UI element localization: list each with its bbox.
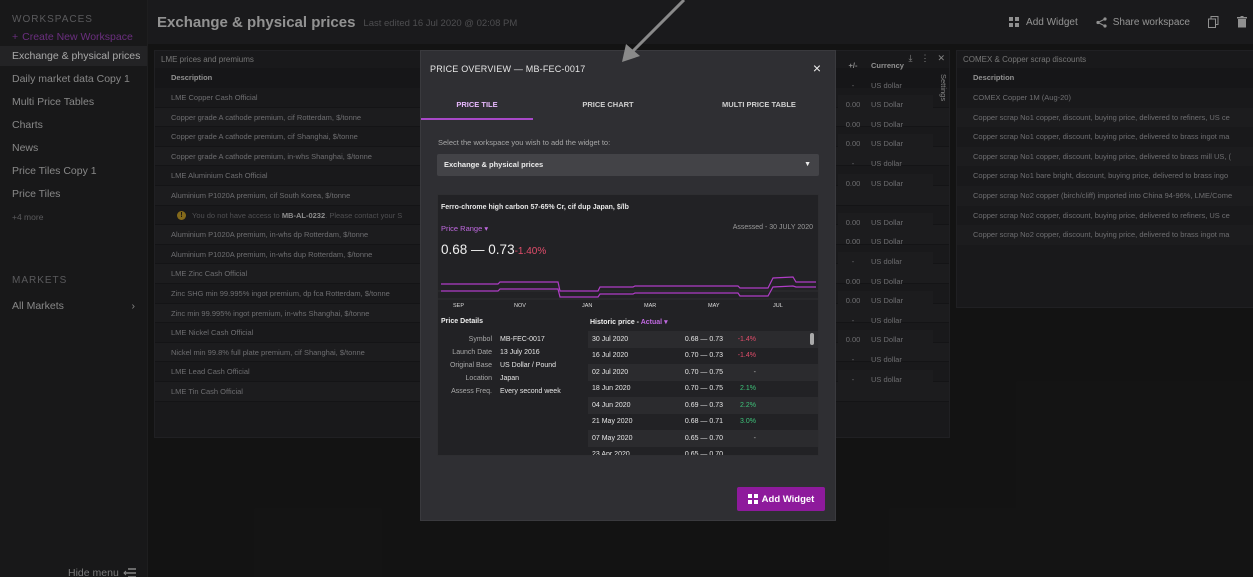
history-row: 23 Apr 2020 0.65 — 0.70	[588, 447, 818, 456]
history-row: 02 Jul 2020 0.70 — 0.75 -	[588, 364, 818, 381]
history-change: 3.0%	[740, 418, 756, 426]
history-date: 18 Jun 2020	[592, 385, 631, 393]
price-high: 0.73	[488, 242, 515, 257]
history-row: 16 Jul 2020 0.70 — 0.73 -1.4%	[588, 348, 818, 365]
month-label: SEP	[453, 303, 465, 309]
history-range: 0.68 — 0.73	[684, 335, 723, 343]
price-change: -1.40%	[514, 246, 547, 257]
price-sparkline-chart	[438, 276, 818, 300]
detail-key: Location	[465, 375, 492, 382]
detail-row: Symbol MB-FEC-0017	[438, 333, 588, 346]
history-range: 0.70 — 0.75	[684, 385, 723, 393]
historic-price-title: Historic price -	[590, 319, 640, 326]
detail-value: Every second week	[500, 388, 561, 395]
history-range: 0.70 — 0.75	[684, 368, 723, 376]
historic-price-mode: Actual	[640, 319, 663, 326]
price-low: 0.68	[441, 242, 468, 257]
history-date: 04 Jun 2020	[592, 401, 631, 409]
price-range-dropdown[interactable]: Price Range ▾	[441, 224, 488, 233]
history-change: -	[753, 368, 756, 376]
history-date: 16 Jul 2020	[592, 352, 629, 360]
price-range-label: Price Range	[441, 224, 483, 233]
history-change: -1.4%	[737, 335, 756, 343]
history-row: 07 May 2020 0.65 — 0.70 -	[588, 430, 818, 447]
history-range: 0.65 — 0.70	[684, 434, 723, 442]
detail-row: Launch Date 13 July 2016	[438, 346, 588, 359]
history-range: 0.68 — 0.71	[684, 418, 723, 426]
historic-price-table: 30 Jul 2020 0.68 — 0.73 -1.4% 16 Jul 2020 0.…	[588, 331, 818, 456]
workspace-select-value: Exchange & physical prices	[444, 160, 544, 169]
tile-price-name: Ferro-chrome high carbon 57-65% Cr, cif …	[441, 204, 629, 211]
add-widget-button[interactable]: Add Widget	[737, 487, 825, 511]
month-label: NOV	[514, 303, 526, 309]
price-overview-modal: PRICE OVERVIEW — MB-FEC-0017 × PRICE TIL…	[420, 50, 836, 521]
historic-price-dropdown[interactable]: Historic price - Actual ▾	[590, 318, 668, 326]
detail-key: Symbol	[468, 336, 492, 343]
history-change: 2.2%	[740, 401, 756, 409]
detail-value: Japan	[500, 375, 520, 382]
month-label: MAR	[644, 303, 657, 309]
modal-title: PRICE OVERVIEW — MB-FEC-0017	[430, 64, 586, 74]
history-range: 0.69 — 0.73	[684, 401, 723, 409]
widgets-icon	[747, 494, 758, 504]
tab-price-tile[interactable]: PRICE TILE	[421, 92, 533, 120]
history-date: 30 Jul 2020	[592, 335, 629, 343]
history-row: 04 Jun 2020 0.69 — 0.73 2.2%	[588, 397, 818, 414]
detail-key: Original Base	[449, 362, 492, 369]
app-root: WORKSPACES + Create New Workspace Exchan…	[0, 0, 1253, 577]
history-date: 21 May 2020	[592, 418, 633, 426]
history-scrollbar[interactable]	[810, 333, 814, 345]
detail-row: Original Base US Dollar / Pound	[438, 359, 588, 372]
history-change: -	[753, 434, 756, 442]
month-label: MAY	[708, 303, 720, 309]
history-date: 02 Jul 2020	[592, 368, 629, 376]
caret-down-icon: ▾	[664, 319, 668, 326]
history-date: 07 May 2020	[592, 434, 633, 442]
month-label: JUL	[773, 303, 783, 309]
workspace-select[interactable]: Exchange & physical prices ▼	[437, 154, 819, 176]
detail-row: Location Japan	[438, 372, 588, 385]
price-details-list: Symbol MB-FEC-0017 Launch Date 13 July 2016…	[438, 333, 588, 398]
detail-value: 13 July 2016	[500, 349, 540, 356]
price-dash: —	[467, 242, 489, 257]
history-change: -1.4%	[737, 352, 756, 360]
history-range: 0.70 — 0.73	[684, 352, 723, 360]
workspace-select-label: Select the workspace you wish to add the…	[438, 138, 611, 147]
detail-key: Launch Date	[452, 349, 492, 356]
history-row: 18 Jun 2020 0.70 — 0.75 2.1%	[588, 381, 818, 398]
detail-key: Assess Freq.	[451, 388, 492, 395]
detail-value: US Dollar / Pound	[500, 362, 557, 369]
history-date: 23 Apr 2020	[592, 451, 630, 456]
price-range-value: 0.68 — 0.73-1.40%	[441, 242, 546, 257]
history-row: 30 Jul 2020 0.68 — 0.73 -1.4%	[588, 331, 818, 348]
detail-value: MB-FEC-0017	[500, 336, 545, 343]
caret-down-icon: ▾	[484, 224, 489, 233]
price-tile-preview: Ferro-chrome high carbon 57-65% Cr, cif …	[437, 194, 819, 456]
tab-price-chart[interactable]: PRICE CHART	[533, 92, 683, 120]
history-change: 2.1%	[740, 385, 756, 393]
month-label: JAN	[582, 303, 593, 309]
add-widget-label: Add Widget	[761, 493, 815, 505]
history-row: 21 May 2020 0.68 — 0.71 3.0%	[588, 414, 818, 431]
tab-multi-price-table[interactable]: MULTI PRICE TABLE	[683, 92, 835, 120]
chart-month-axis: SEP NOV JAN MAR MAY JUL	[438, 303, 818, 313]
modal-tabs: PRICE TILE PRICE CHART MULTI PRICE TABLE	[421, 92, 835, 120]
close-icon[interactable]: ×	[813, 60, 821, 76]
history-range: 0.65 — 0.70	[684, 451, 723, 456]
assessed-date: Assessed - 30 JULY 2020	[732, 224, 813, 231]
price-details-title: Price Details	[441, 318, 484, 325]
detail-row: Assess Freq. Every second week	[438, 385, 588, 398]
sparkline-high	[441, 276, 816, 292]
caret-down-icon: ▼	[804, 161, 811, 168]
